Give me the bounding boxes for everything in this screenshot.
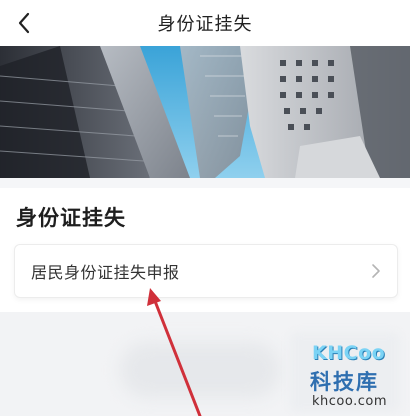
list-item-label: 居民身份证挂失申报 [31,263,180,282]
section-title: 身份证挂失 [16,206,126,230]
back-button[interactable] [6,5,42,41]
top-nav-bar: 身份证挂失 [0,0,410,46]
watermark-url: khcoo.com [312,394,387,409]
banner-image [0,46,410,178]
page-title: 身份证挂失 [157,14,253,35]
list-item-resident-id-loss-report[interactable]: 居民身份证挂失申报 [14,244,398,298]
watermark-logo: KHCoo 科技库 khcoo.com [300,336,408,416]
chevron-left-icon [18,12,30,34]
watermark-name: 科技库 [310,370,379,394]
chevron-right-icon [371,263,381,279]
content-card: 身份证挂失 居民身份证挂失申报 [0,188,410,312]
blurred-content [120,342,280,398]
watermark-logo-text: KHCoo [312,342,386,364]
